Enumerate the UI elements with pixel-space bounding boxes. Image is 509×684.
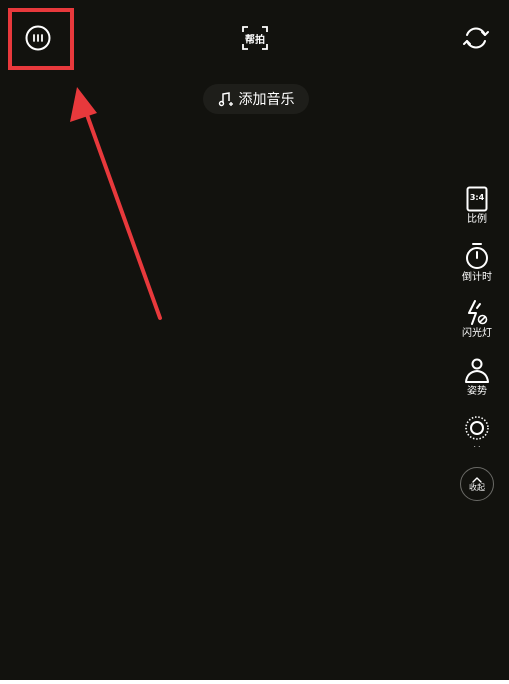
annotation-arrow (70, 87, 162, 320)
